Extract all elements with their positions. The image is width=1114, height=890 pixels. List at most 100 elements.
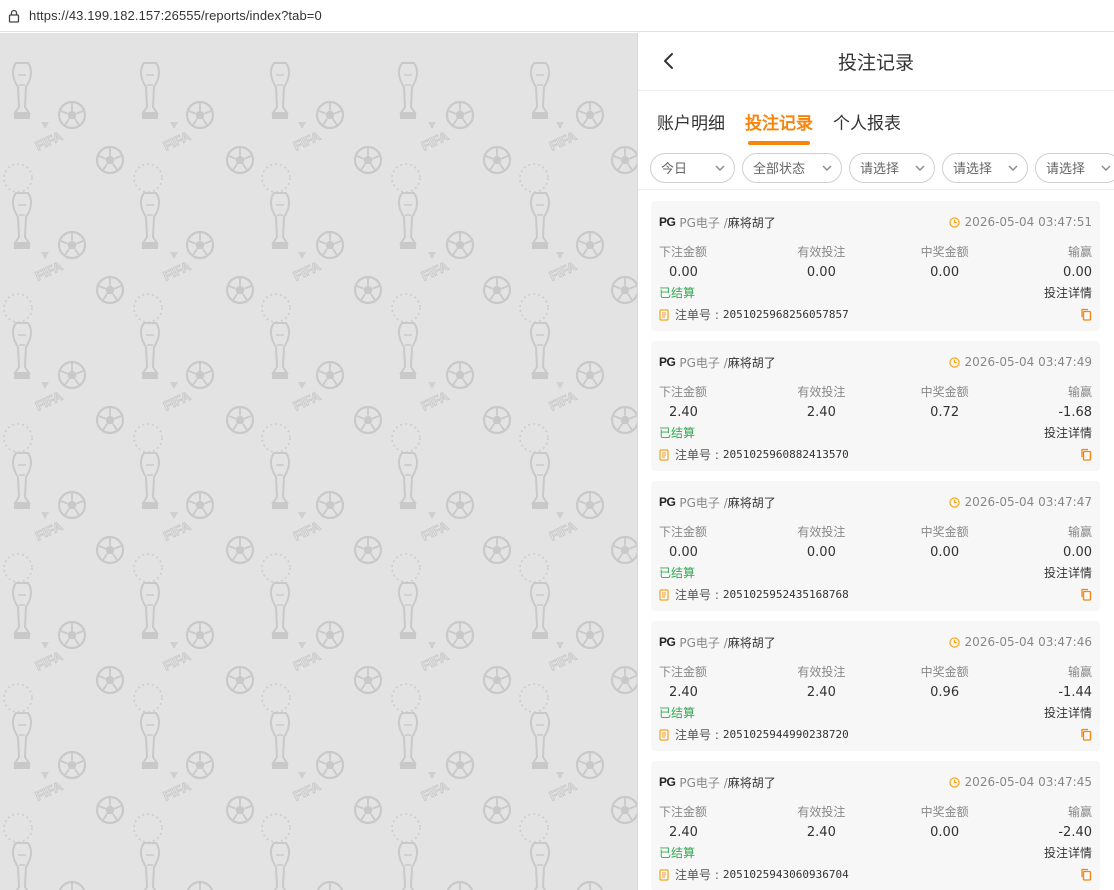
pg-logo-icon: PG xyxy=(659,215,676,229)
profit-value: -1.68 xyxy=(1058,405,1092,420)
bet-card: PG PG电子 / 麻将胡了 2026-05-04 03:47:47 下注金额 … xyxy=(651,481,1100,611)
browser-address-bar[interactable]: https://43.199.182.157:26555/reports/ind… xyxy=(0,0,1114,32)
bet-records-panel: 投注记录 账户明细 投注记录 个人报表 今日 全部状态 请选择 请选择 请选择 xyxy=(637,33,1114,890)
game-name: 麻将胡了 xyxy=(727,215,776,230)
bet-amount-value: 2.40 xyxy=(669,685,698,700)
filter-select-2-value: 请选择 xyxy=(953,162,993,177)
bet-amount-label: 下注金额 xyxy=(659,665,708,679)
filter-status-select[interactable]: 全部状态 xyxy=(742,152,842,183)
profit-label: 输赢 xyxy=(1067,805,1092,819)
order-number-value: 2051025968256057857 xyxy=(722,308,849,321)
amount-grid: 下注金额 有效投注 中奖金额 输赢 2.40 2.40 0.00 -2.40 xyxy=(659,803,1092,843)
clock-icon xyxy=(948,776,960,788)
order-label: 注单号 : xyxy=(675,448,719,462)
bet-time-value: 2026-05-04 03:47:45 xyxy=(964,775,1092,789)
win-amount-label: 中奖金额 xyxy=(920,665,969,679)
tab-bar: 账户明细 投注记录 个人报表 xyxy=(638,90,1114,146)
document-icon xyxy=(659,588,669,601)
game-info: PG PG电子 / 麻将胡了 xyxy=(659,214,776,231)
filter-select-3-value: 请选择 xyxy=(1046,162,1086,177)
tab-account-details[interactable]: 账户明细 xyxy=(657,109,725,146)
filter-select-2[interactable]: 请选择 xyxy=(942,152,1028,183)
bet-detail-link[interactable]: 投注详情 xyxy=(1044,564,1092,581)
bet-detail-link[interactable]: 投注详情 xyxy=(1044,844,1092,861)
order-number: 注单号 : 2051025952435168768 xyxy=(659,586,849,603)
bet-amount-value: 0.00 xyxy=(669,265,698,280)
order-number: 注单号 : 2051025968256057857 xyxy=(659,306,849,323)
profit-label: 输赢 xyxy=(1067,385,1092,399)
status-badge: 已结算 xyxy=(659,565,696,580)
game-name: 麻将胡了 xyxy=(727,495,776,510)
order-label: 注单号 : xyxy=(675,588,719,602)
copy-icon[interactable] xyxy=(1080,588,1092,601)
game-info: PG PG电子 / 麻将胡了 xyxy=(659,354,776,371)
order-label: 注单号 : xyxy=(675,868,719,882)
win-amount-value: 0.00 xyxy=(930,825,960,840)
bet-card: PG PG电子 / 麻将胡了 2026-05-04 03:47:49 下注金额 … xyxy=(651,341,1100,471)
bet-detail-link[interactable]: 投注详情 xyxy=(1044,704,1092,721)
chevron-down-icon xyxy=(1101,165,1111,171)
provider-name: PG电子 / xyxy=(679,635,728,650)
bet-amount-label: 下注金额 xyxy=(659,525,708,539)
bet-time-value: 2026-05-04 03:47:49 xyxy=(964,355,1092,369)
document-icon xyxy=(659,868,669,881)
order-number-value: 2051025952435168768 xyxy=(722,588,849,601)
copy-icon[interactable] xyxy=(1080,308,1092,321)
valid-bet-label: 有效投注 xyxy=(797,385,846,399)
pg-logo-icon: PG xyxy=(659,355,676,369)
background-pattern: FIFA xyxy=(0,33,637,890)
bet-time: 2026-05-04 03:47:51 xyxy=(948,215,1092,229)
status-badge: 已结算 xyxy=(659,285,696,300)
game-name: 麻将胡了 xyxy=(727,635,776,650)
bet-amount-value: 0.00 xyxy=(669,545,698,560)
filter-select-1[interactable]: 请选择 xyxy=(849,152,935,183)
tab-bet-records[interactable]: 投注记录 xyxy=(745,109,813,146)
amount-grid: 下注金额 有效投注 中奖金额 输赢 2.40 2.40 0.72 -1.68 xyxy=(659,383,1092,423)
filter-date-select[interactable]: 今日 xyxy=(650,152,735,183)
filter-bar: 今日 全部状态 请选择 请选择 请选择 xyxy=(638,146,1114,190)
clock-icon xyxy=(948,636,960,648)
filter-date-value: 今日 xyxy=(661,162,688,177)
bet-list: PG PG电子 / 麻将胡了 2026-05-04 03:47:51 下注金额 … xyxy=(638,190,1114,890)
chevron-down-icon xyxy=(822,165,832,171)
win-amount-value: 0.00 xyxy=(930,265,960,280)
bet-time-value: 2026-05-04 03:47:46 xyxy=(964,635,1092,649)
bet-time: 2026-05-04 03:47:45 xyxy=(948,775,1092,789)
provider-name: PG电子 / xyxy=(679,495,728,510)
chevron-down-icon xyxy=(715,165,725,171)
bet-time: 2026-05-04 03:47:46 xyxy=(948,635,1092,649)
valid-bet-value: 0.00 xyxy=(806,265,836,280)
document-icon xyxy=(659,448,669,461)
back-arrow-icon[interactable] xyxy=(658,50,680,72)
tab-personal-report[interactable]: 个人报表 xyxy=(833,109,901,146)
order-number-value: 2051025944990238720 xyxy=(722,728,849,741)
copy-icon[interactable] xyxy=(1080,868,1092,881)
profit-value: 0.00 xyxy=(1063,265,1092,280)
bet-amount-label: 下注金额 xyxy=(659,245,708,259)
address-url[interactable]: https://43.199.182.157:26555/reports/ind… xyxy=(29,8,322,23)
bet-detail-link[interactable]: 投注详情 xyxy=(1044,284,1092,301)
document-icon xyxy=(659,308,669,321)
amount-grid: 下注金额 有效投注 中奖金额 输赢 0.00 0.00 0.00 0.00 xyxy=(659,243,1092,283)
copy-icon[interactable] xyxy=(1080,448,1092,461)
bet-time-value: 2026-05-04 03:47:51 xyxy=(964,215,1092,229)
page-header: 投注记录 xyxy=(638,33,1114,90)
page-title: 投注记录 xyxy=(837,52,914,74)
win-amount-label: 中奖金额 xyxy=(920,385,969,399)
clock-icon xyxy=(948,216,960,228)
profit-value: -2.40 xyxy=(1058,825,1092,840)
order-label: 注单号 : xyxy=(675,728,719,742)
amount-grid: 下注金额 有效投注 中奖金额 输赢 2.40 2.40 0.96 -1.44 xyxy=(659,663,1092,703)
status-badge: 已结算 xyxy=(659,845,696,860)
valid-bet-value: 0.00 xyxy=(806,545,836,560)
game-info: PG PG电子 / 麻将胡了 xyxy=(659,634,776,651)
game-info: PG PG电子 / 麻将胡了 xyxy=(659,774,776,791)
profit-value: 0.00 xyxy=(1063,545,1092,560)
amount-grid: 下注金额 有效投注 中奖金额 输赢 0.00 0.00 0.00 0.00 xyxy=(659,523,1092,563)
order-number: 注单号 : 2051025944990238720 xyxy=(659,726,849,743)
copy-icon[interactable] xyxy=(1080,728,1092,741)
pg-logo-icon: PG xyxy=(659,635,676,649)
bet-detail-link[interactable]: 投注详情 xyxy=(1044,424,1092,441)
game-name: 麻将胡了 xyxy=(727,775,776,790)
filter-select-3[interactable]: 请选择 xyxy=(1035,152,1114,183)
